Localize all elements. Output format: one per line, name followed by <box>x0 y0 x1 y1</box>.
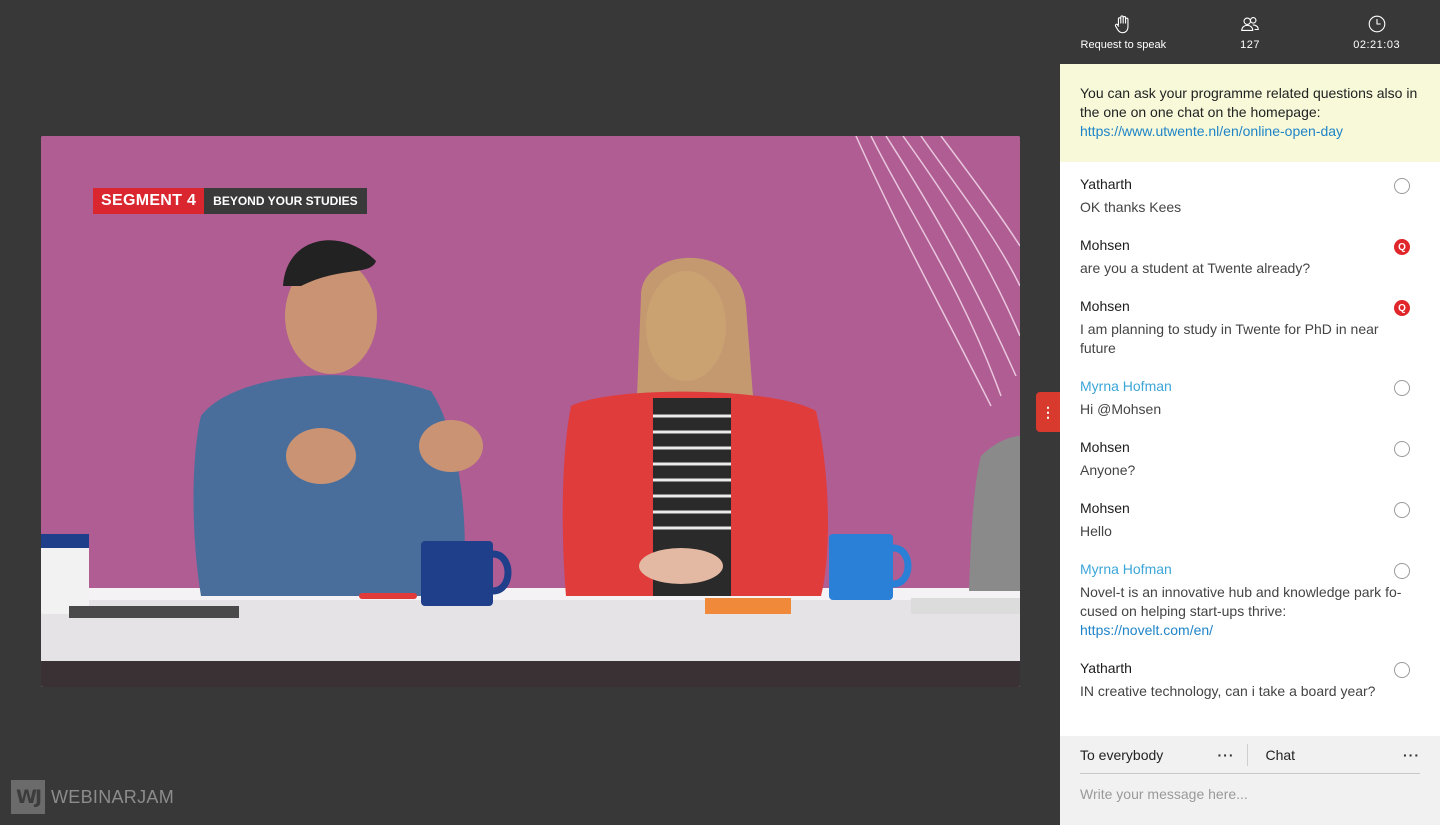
recipient-select[interactable]: To everybody ··· <box>1080 743 1248 766</box>
mug-right <box>829 534 893 600</box>
message-link[interactable]: https://novelt.com/en/ <box>1080 622 1213 638</box>
timer-value: 02:21:03 <box>1353 39 1401 51</box>
chat-panel: Request to speak 127 02:21:03 You can as… <box>1060 0 1440 825</box>
more-options-icon: ··· <box>1217 746 1235 763</box>
vertical-dots-icon: ⋮ <box>1041 403 1055 420</box>
message-author: Yatharth <box>1080 176 1132 192</box>
webinar-timer: 02:21:03 <box>1313 0 1440 64</box>
mark-question-toggle[interactable] <box>1394 563 1410 579</box>
message-author: Mohsen <box>1080 439 1130 455</box>
recipient-label: To everybody <box>1080 746 1164 763</box>
logo-text: WEBINARJAM <box>51 786 175 807</box>
message-input[interactable] <box>1080 782 1420 806</box>
message-author-host: Myrna Hofman <box>1080 561 1172 577</box>
attendees-count: 127 <box>1240 39 1260 51</box>
message-text: Novel-t is an innovative hub and knowled… <box>1080 583 1412 640</box>
segment-banner: SEGMENT 4 BEYOND YOUR STUDIES <box>93 188 367 214</box>
segment-number: SEGMENT 4 <box>93 188 205 214</box>
message-text: Hello <box>1080 523 1112 539</box>
mark-question-toggle[interactable] <box>1394 178 1410 194</box>
mark-question-toggle[interactable] <box>1394 662 1410 678</box>
raised-hand-icon <box>1115 15 1129 34</box>
panel-topbar: Request to speak 127 02:21:03 <box>1060 0 1440 64</box>
webinar-video[interactable]: SEGMENT 4 BEYOND YOUR STUDIES <box>41 136 1020 687</box>
message-author: Yatharth <box>1080 660 1132 676</box>
message-text: Hi @Mohsen <box>1080 401 1162 417</box>
chat-message: Myrna Hofman Novel-t is an innovative hu… <box>1060 561 1440 640</box>
logo-mark: WJ <box>11 780 45 814</box>
chat-message: Mohsen I am planning to study in Twente … <box>1060 298 1440 358</box>
mug-left <box>421 541 493 606</box>
clock-icon <box>1368 15 1386 33</box>
message-author-host: Myrna Hofman <box>1080 378 1172 394</box>
notice-link[interactable]: https://www.utwente.nl/en/online-open-da… <box>1080 123 1343 139</box>
mark-question-toggle[interactable] <box>1394 502 1410 518</box>
message-author: Mohsen <box>1080 500 1130 516</box>
notice-text: You can ask your programme related quest… <box>1080 85 1418 120</box>
message-author: Mohsen <box>1080 298 1130 314</box>
request-to-speak-button[interactable]: Request to speak <box>1060 0 1187 64</box>
mark-question-toggle[interactable] <box>1394 441 1410 457</box>
message-text: are you a student at Twente already? <box>1080 260 1311 276</box>
question-badge[interactable]: Q <box>1394 239 1410 255</box>
chat-message: Myrna Hofman Hi @Mohsen <box>1060 378 1440 419</box>
video-stage: SEGMENT 4 BEYOND YOUR STUDIES ⋮ WJ WEBIN… <box>0 0 1060 825</box>
orange-notebook <box>705 598 791 614</box>
request-to-speak-label: Request to speak <box>1080 39 1167 51</box>
chat-message: Mohsen Hello <box>1060 500 1440 541</box>
chat-mode-select[interactable]: Chat ··· <box>1248 747 1421 763</box>
message-author: Mohsen <box>1080 237 1130 253</box>
mark-question-toggle[interactable] <box>1394 380 1410 396</box>
question-badge[interactable]: Q <box>1394 300 1410 316</box>
message-text: IN creative technology, can i take a boa… <box>1080 683 1376 699</box>
chat-composer: To everybody ··· Chat ··· <box>1060 736 1440 825</box>
segment-title: BEYOND YOUR STUDIES <box>204 188 367 214</box>
composer-options: To everybody ··· Chat ··· <box>1080 736 1420 774</box>
attendees-button[interactable]: 127 <box>1187 0 1314 64</box>
chat-message: Yatharth OK thanks Kees <box>1060 176 1440 217</box>
chat-message-list[interactable]: Yatharth OK thanks Kees Mohsen are you a… <box>1060 162 1440 735</box>
webinarjam-logo: WJ WEBINARJAM <box>11 780 174 814</box>
chat-message: Mohsen are you a student at Twente alrea… <box>1060 237 1440 278</box>
users-icon <box>1241 17 1259 31</box>
chat-message: Mohsen Anyone? <box>1060 439 1440 480</box>
chat-mode-label: Chat <box>1265 746 1296 763</box>
panel-toggle-button[interactable]: ⋮ <box>1036 392 1060 432</box>
message-text: I am planning to study in Twente for PhD… <box>1080 321 1379 356</box>
message-body: Novel-t is an innovative hub and knowled… <box>1080 584 1402 619</box>
message-text: OK thanks Kees <box>1080 199 1182 215</box>
message-text: Anyone? <box>1080 462 1136 478</box>
pinned-notice: You can ask your programme related quest… <box>1060 64 1440 162</box>
more-options-icon: ··· <box>1403 746 1420 763</box>
video-scene <box>41 136 1020 687</box>
chat-message: Yatharth IN creative technology, can i t… <box>1060 660 1440 701</box>
